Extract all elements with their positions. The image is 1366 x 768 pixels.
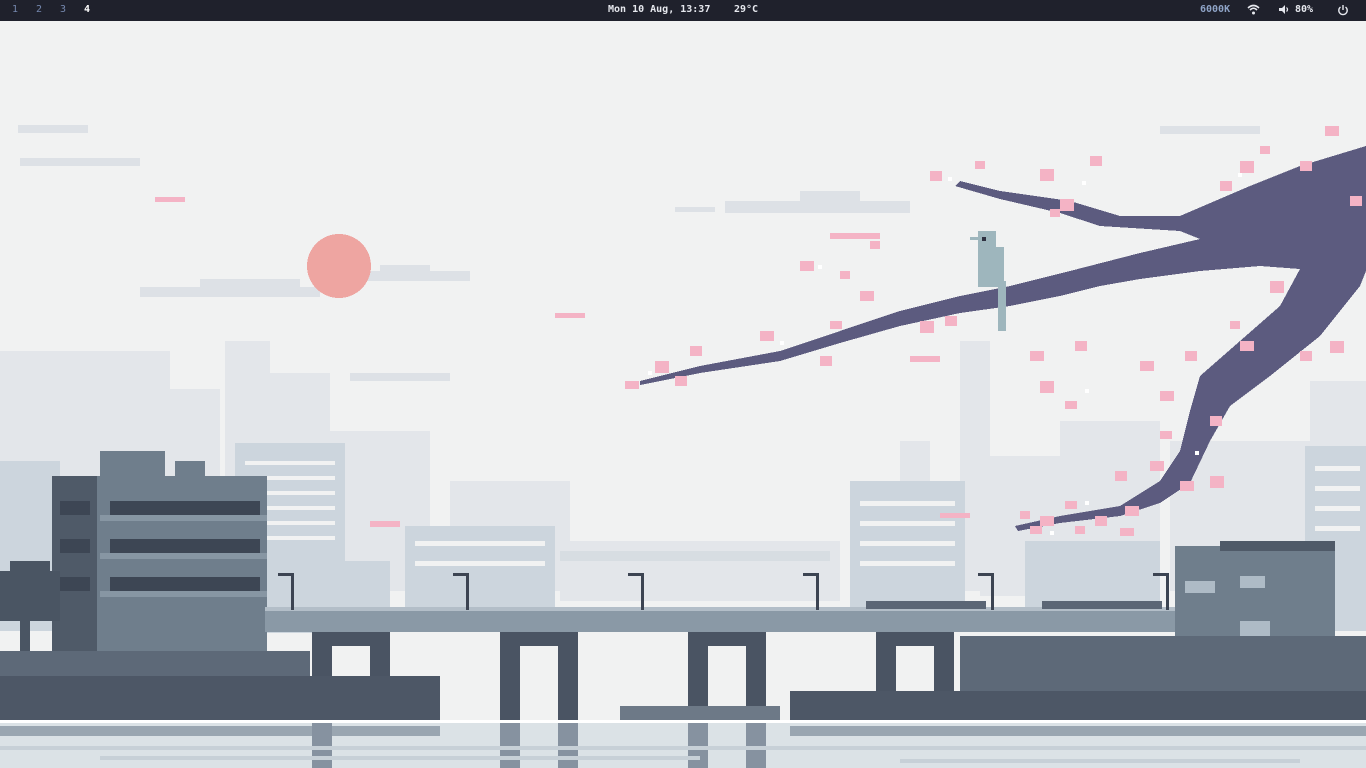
sun [307, 234, 371, 298]
desktop: 1 2 3 4 Mon 10 Aug, 13:37 29°C 6000K 80% [0, 0, 1366, 768]
status-bar: 1 2 3 4 Mon 10 Aug, 13:37 29°C 6000K 80% [0, 0, 1366, 21]
wifi-icon[interactable] [1247, 4, 1260, 15]
weather-temperature[interactable]: 29°C [734, 0, 758, 21]
left-apartment [52, 451, 267, 676]
volume-level[interactable]: 80% [1295, 0, 1313, 21]
power-icon[interactable] [1337, 4, 1349, 16]
water [0, 723, 1366, 768]
workspace-4[interactable]: 4 [84, 0, 90, 21]
workspace-1[interactable]: 1 [12, 0, 18, 21]
pixel-art-wallpaper [0, 21, 1366, 768]
clock[interactable]: Mon 10 Aug, 13:37 [608, 0, 710, 21]
volume-icon[interactable] [1278, 4, 1290, 15]
color-temperature[interactable]: 6000K [1200, 0, 1230, 21]
workspace-3[interactable]: 3 [60, 0, 66, 21]
workspace-2[interactable]: 2 [36, 0, 42, 21]
